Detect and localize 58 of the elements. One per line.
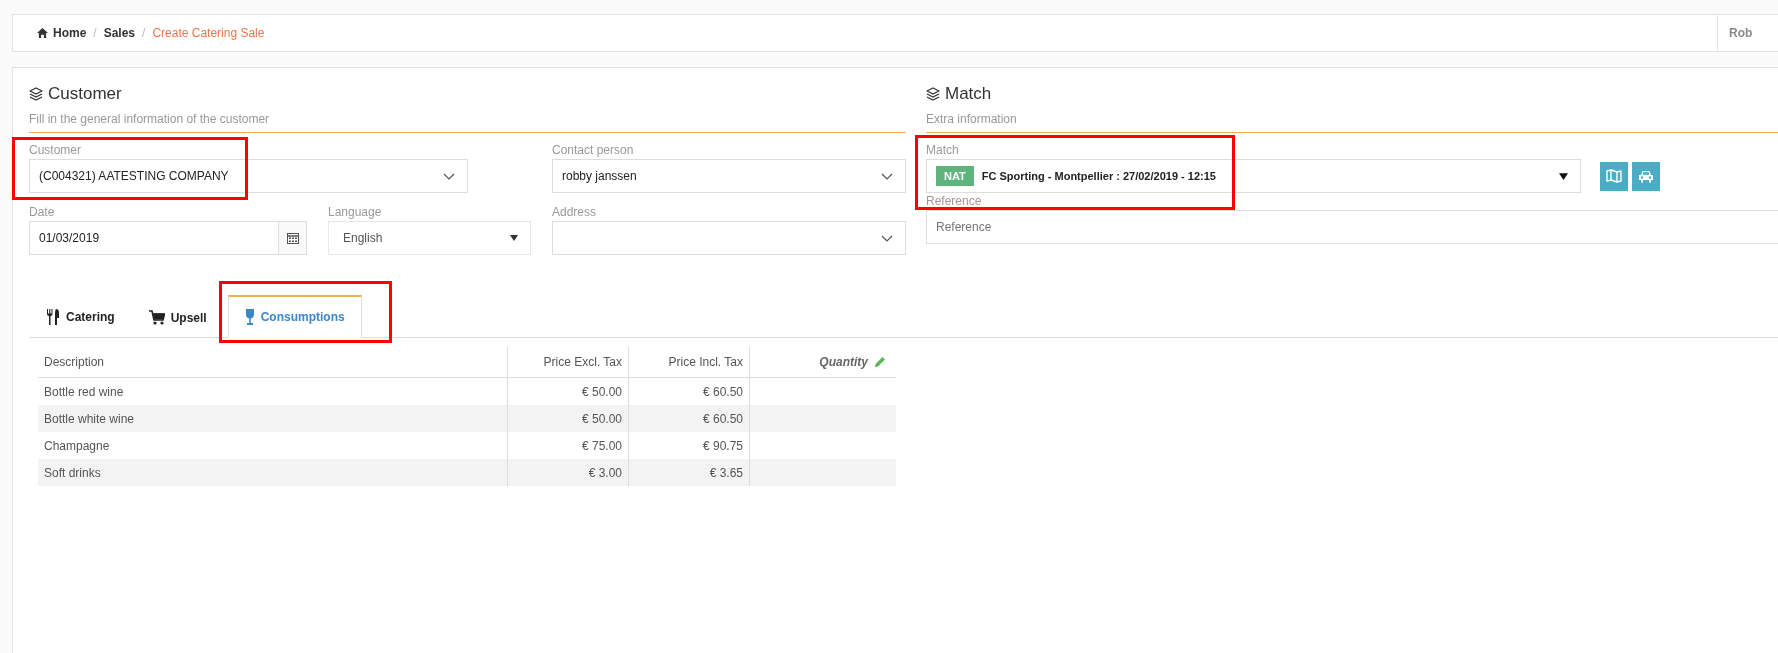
- section-title: Customer: [48, 84, 122, 104]
- customer-select[interactable]: (C004321) AATESTING COMPANY: [29, 159, 468, 193]
- tab[interactable]: Consumptions: [227, 295, 362, 338]
- column-header: Quantity: [749, 347, 896, 378]
- car-button[interactable]: [1632, 161, 1660, 191]
- table-cell: Champagne: [38, 432, 508, 459]
- chevron-down-icon: [881, 172, 893, 180]
- user-name[interactable]: Rob: [1717, 15, 1778, 51]
- field-label: Date: [29, 205, 56, 219]
- section-subtitle: Fill in the general information of the customer: [29, 104, 906, 133]
- wine-glass-icon: [244, 309, 255, 325]
- caret-down-icon: [1559, 172, 1568, 180]
- field-label: Address: [552, 205, 598, 219]
- fork-knife-icon: [46, 309, 60, 325]
- cart-icon: [148, 310, 165, 325]
- pencil-icon: [874, 356, 886, 368]
- caret-down-icon: [510, 235, 518, 241]
- match-select[interactable]: NAT FC Sporting - Montpellier : 27/02/2019 - 12:15: [926, 159, 1581, 193]
- tab[interactable]: Catering: [29, 295, 132, 338]
- calendar-icon: [286, 232, 299, 244]
- contact-person-select[interactable]: robby janssen: [552, 159, 906, 193]
- breadcrumb-separator: /: [93, 26, 97, 40]
- address-select[interactable]: [552, 221, 906, 255]
- chevron-down-icon: [443, 172, 455, 180]
- table-cell: Bottle red wine: [38, 377, 508, 405]
- match-value: FC Sporting - Montpellier : 27/02/2019 - 12:15: [981, 170, 1216, 182]
- section-title: Match: [945, 84, 992, 104]
- reference-field[interactable]: Reference: [926, 210, 1778, 244]
- layers-icon: [926, 87, 940, 101]
- calendar-button[interactable]: [278, 222, 306, 254]
- date-field[interactable]: 01/03/2019: [29, 221, 307, 255]
- breadcrumb-link[interactable]: Home: [53, 26, 87, 40]
- column-header: Price Incl. Tax: [628, 347, 750, 378]
- map-button[interactable]: [1600, 161, 1628, 191]
- field-label: Language: [328, 205, 383, 219]
- field-label: Match: [926, 143, 960, 157]
- field-label: Customer: [29, 143, 82, 157]
- field-label: Reference: [926, 194, 983, 208]
- home-icon: [37, 28, 48, 38]
- map-icon: [1606, 169, 1622, 183]
- table-cell: € 3.00: [507, 459, 629, 486]
- column-header: Price Excl. Tax: [507, 347, 629, 378]
- tab[interactable]: Upsell: [131, 296, 224, 338]
- breadcrumb-separator: /: [142, 26, 146, 40]
- section-subtitle: Extra information: [926, 104, 1778, 133]
- field-label: Contact person: [552, 143, 635, 157]
- table-cell: Soft drinks: [38, 459, 508, 486]
- table-cell: € 60.50: [628, 405, 750, 432]
- layers-icon: [29, 87, 43, 101]
- breadcrumb-link[interactable]: Sales: [103, 26, 136, 40]
- car-icon: [1638, 169, 1654, 183]
- table-cell: Bottle white wine: [38, 405, 508, 432]
- column-header: Description: [38, 347, 508, 378]
- table-cell: € 3.65: [628, 459, 750, 486]
- language-select[interactable]: English: [328, 221, 531, 255]
- competition-badge: NAT: [936, 166, 974, 186]
- table-cell: € 50.00: [507, 405, 629, 432]
- chevron-down-icon: [881, 234, 893, 242]
